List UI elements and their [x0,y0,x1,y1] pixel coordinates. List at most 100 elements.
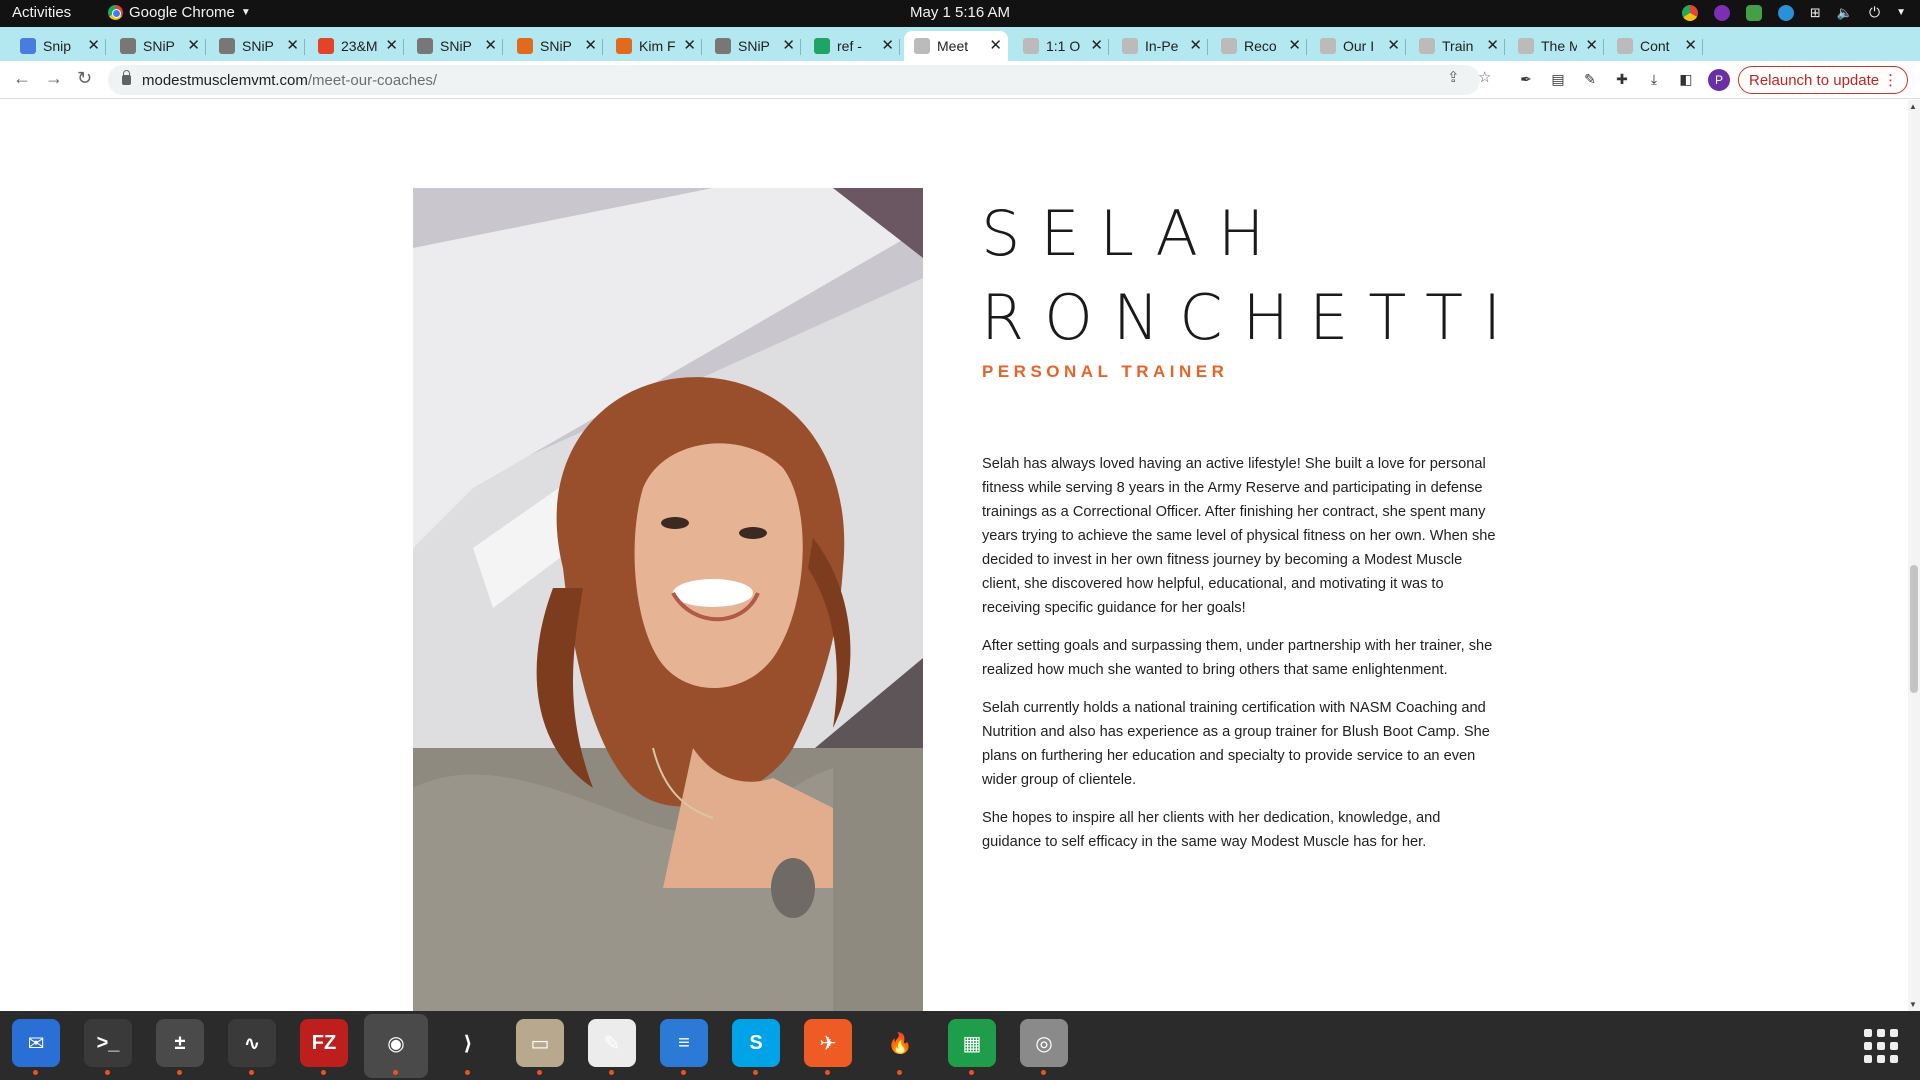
tab-13[interactable]: Our I ✕ [1310,31,1406,61]
extensions-puzzle-icon[interactable]: ✚ [1614,71,1630,87]
calculator-icon[interactable]: ± [156,1019,204,1075]
download-icon[interactable]: ⤓ [1646,71,1662,87]
app-menu[interactable]: Google Chrome ▼ [108,4,251,21]
lock-icon[interactable] [122,70,131,85]
tab-4[interactable]: SNiP ✕ [407,31,503,61]
tab-close-icon[interactable]: ✕ [187,36,200,54]
tab-14[interactable]: Train ✕ [1409,31,1505,61]
tab-close-icon[interactable]: ✕ [683,36,696,54]
skype-icon[interactable]: S [732,1019,780,1075]
running-indicator [825,1070,830,1075]
bookmark-star-icon[interactable]: ☆ [1478,68,1491,86]
app-tray-icon[interactable] [1713,4,1730,21]
scroll-up-icon[interactable]: ▲ [1909,102,1917,111]
chrome-tray-icon[interactable] [1681,4,1698,21]
tab-2[interactable]: SNiP ✕ [209,31,305,61]
clock[interactable]: May 1 5:16 AM [910,4,1010,21]
system-tray[interactable]: ⊞ 🔈 ⏻ ▼ [1681,4,1906,21]
tab-separator [800,39,801,55]
forward-icon[interactable]: → [45,68,63,89]
running-indicator [465,1070,470,1075]
eyedropper-extension-icon[interactable]: ✒ [1518,71,1534,87]
page-scrollbar[interactable]: ▲ ▼ [1908,100,1920,1011]
thunderbird-icon[interactable]: ✉ [12,1019,60,1075]
more-menu-icon[interactable]: ⋮ [1883,71,1898,89]
vscode-icon[interactable]: ⟩ [444,1019,492,1075]
tab-8[interactable]: ref - ✕ [804,31,900,61]
tab-0[interactable]: Snip ✕ [10,31,106,61]
tab-label: In-Pe [1145,38,1179,54]
side-panel-icon[interactable]: ◧ [1678,71,1694,87]
chrome-icon[interactable]: ◉ [372,1019,420,1075]
tab-1[interactable]: SNiP ✕ [110,31,206,61]
tab-15[interactable]: The M ✕ [1508,31,1604,61]
text-editor-icon[interactable]: ✎ [588,1019,636,1075]
share-icon[interactable]: ⇪ [1447,68,1460,86]
coach-first-name: SELAH [981,197,1285,270]
tab-close-icon[interactable]: ✕ [1288,36,1301,54]
running-indicator [969,1070,974,1075]
volume-icon[interactable]: 🔈 [1837,5,1853,21]
tab-close-icon[interactable]: ✕ [989,36,1002,54]
address-bar[interactable]: modestmusclemvmt.com /meet-our-coaches/ [108,65,1480,95]
power-icon[interactable]: ⏻ [1869,4,1880,21]
snip-icon [219,38,235,54]
tab-separator [205,39,206,55]
writer-icon[interactable]: ≡ [660,1019,708,1075]
calc-sheet-icon[interactable]: ▦ [948,1019,996,1075]
files-icon[interactable]: ▭ [516,1019,564,1075]
scrollbar-thumb[interactable] [1910,565,1918,693]
reload-icon[interactable]: ↻ [77,68,92,89]
tab-close-icon[interactable]: ✕ [87,36,100,54]
tab-close-icon[interactable]: ✕ [782,36,795,54]
system-monitor-icon[interactable]: ∿ [228,1019,276,1075]
snip-icon [120,38,136,54]
tab-close-icon[interactable]: ✕ [286,36,299,54]
activities-button[interactable]: Activities [12,4,71,21]
xfce-tray-icon[interactable] [1777,4,1794,21]
tab-16[interactable]: Cont ✕ [1607,31,1703,61]
scroll-down-icon[interactable]: ▼ [1909,1000,1917,1009]
running-indicator [753,1070,758,1075]
tab-close-icon[interactable]: ✕ [1684,36,1697,54]
pen-extension-icon[interactable]: ✎ [1582,71,1598,87]
chat-icon [616,38,632,54]
tab-close-icon[interactable]: ✕ [1387,36,1400,54]
tab-separator [1603,39,1604,55]
tab-close-icon[interactable]: ✕ [584,36,597,54]
tab-close-icon[interactable]: ✕ [1585,36,1598,54]
network-icon[interactable]: ⊞ [1810,5,1821,21]
sync-tray-icon[interactable] [1745,4,1762,21]
tab-close-icon[interactable]: ✕ [484,36,497,54]
back-icon[interactable]: ← [13,68,31,89]
tab-5[interactable]: SNiP ✕ [507,31,603,61]
tab-9[interactable]: Meet ✕ [904,31,1008,61]
running-indicator [393,1070,398,1075]
tab-close-icon[interactable]: ✕ [1189,36,1202,54]
tab-close-icon[interactable]: ✕ [385,36,398,54]
tab-12[interactable]: Reco ✕ [1211,31,1307,61]
globe-icon [1023,38,1039,54]
tab-11[interactable]: In-Pe ✕ [1112,31,1208,61]
relaunch-button[interactable]: Relaunch to update ⋮ [1738,66,1909,94]
burner-icon[interactable]: 🔥 [876,1019,924,1075]
tab-close-icon[interactable]: ✕ [1486,36,1499,54]
show-applications-icon[interactable] [1864,1029,1898,1063]
tab-close-icon[interactable]: ✕ [1090,36,1103,54]
tab-6[interactable]: Kim F ✕ [606,31,702,61]
terminal-icon[interactable]: >_ [84,1019,132,1075]
tab-label: ref - [837,38,862,54]
disc-icon[interactable]: ◎ [1020,1019,1068,1075]
postman-icon[interactable]: ✈ [804,1019,852,1075]
tab-7[interactable]: SNiP ✕ [705,31,801,61]
tab-3[interactable]: 23&M ✕ [308,31,404,61]
coach-photo [413,188,923,1011]
chevron-down-icon[interactable]: ▼ [1896,7,1906,18]
tab-close-icon[interactable]: ✕ [881,36,894,54]
running-indicator [33,1070,38,1075]
filezilla-icon[interactable]: FZ [300,1019,348,1075]
running-indicator [105,1070,110,1075]
tab-10[interactable]: 1:1 O ✕ [1013,31,1109,61]
profile-avatar[interactable]: P [1708,69,1730,91]
calendar-extension-icon[interactable]: ▤ [1550,71,1566,87]
